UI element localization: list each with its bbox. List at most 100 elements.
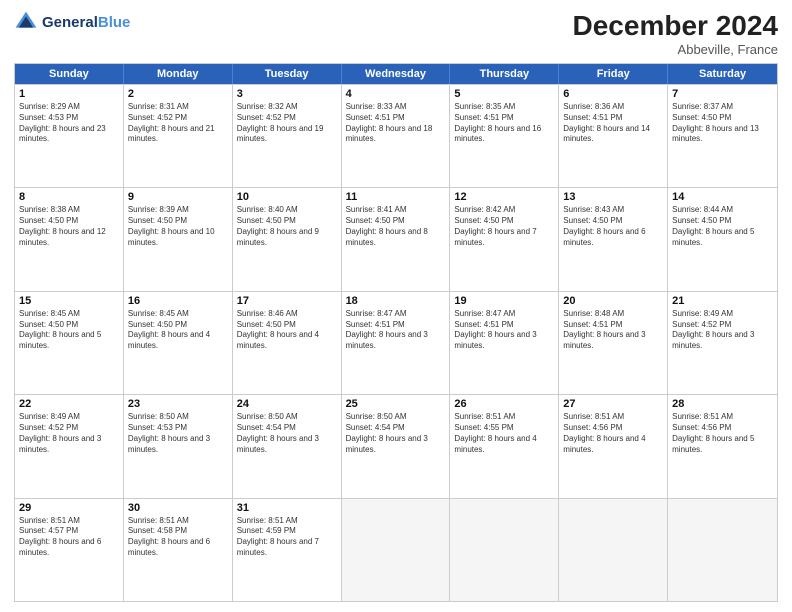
- table-row: 30Sunrise: 8:51 AMSunset: 4:58 PMDayligh…: [124, 499, 233, 601]
- day-number: 9: [128, 191, 228, 203]
- day-number: 2: [128, 88, 228, 100]
- table-row: 1Sunrise: 8:29 AMSunset: 4:53 PMDaylight…: [15, 85, 124, 187]
- cell-info: Sunrise: 8:51 AMSunset: 4:55 PMDaylight:…: [454, 412, 554, 455]
- day-number: 21: [672, 295, 773, 307]
- logo: GeneralBlue: [14, 10, 130, 34]
- day-number: 29: [19, 502, 119, 514]
- logo-text: GeneralBlue: [42, 14, 130, 31]
- day-number: 24: [237, 398, 337, 410]
- cell-info: Sunrise: 8:36 AMSunset: 4:51 PMDaylight:…: [563, 102, 663, 145]
- cell-info: Sunrise: 8:46 AMSunset: 4:50 PMDaylight:…: [237, 309, 337, 352]
- table-row: 5Sunrise: 8:35 AMSunset: 4:51 PMDaylight…: [450, 85, 559, 187]
- cell-info: Sunrise: 8:50 AMSunset: 4:54 PMDaylight:…: [346, 412, 446, 455]
- day-number: 8: [19, 191, 119, 203]
- calendar-header: Sunday Monday Tuesday Wednesday Thursday…: [15, 64, 777, 84]
- cell-info: Sunrise: 8:51 AMSunset: 4:58 PMDaylight:…: [128, 516, 228, 559]
- cell-info: Sunrise: 8:51 AMSunset: 4:59 PMDaylight:…: [237, 516, 337, 559]
- table-row: 9 Sunrise: 8:39 AMSunset: 4:50 PMDaylight…: [124, 188, 233, 290]
- logo-icon: [14, 10, 38, 34]
- day-number: 11: [346, 191, 446, 203]
- cell-info: Sunrise: 8:50 AMSunset: 4:53 PMDaylight:…: [128, 412, 228, 455]
- calendar: Sunday Monday Tuesday Wednesday Thursday…: [14, 63, 778, 602]
- table-row: 28Sunrise: 8:51 AMSunset: 4:56 PMDayligh…: [668, 395, 777, 497]
- cell-info: Sunrise: 8:38 AMSunset: 4:50 PMDaylight:…: [19, 205, 119, 248]
- table-row: 19 Sunrise: 8:47 AMSunset: 4:51 PMDayligh…: [450, 292, 559, 394]
- day-number: 17: [237, 295, 337, 307]
- table-row: 27 Sunrise: 8:51 AMSunset: 4:56 PMDayligh…: [559, 395, 668, 497]
- table-row: 10 Sunrise: 8:40 AMSunset: 4:50 PMDayligh…: [233, 188, 342, 290]
- table-row: 23 Sunrise: 8:50 AMSunset: 4:53 PMDayligh…: [124, 395, 233, 497]
- table-row: 22Sunrise: 8:49 AMSunset: 4:52 PMDayligh…: [15, 395, 124, 497]
- table-row: 12Sunrise: 8:42 AMSunset: 4:50 PMDayligh…: [450, 188, 559, 290]
- day-number: 5: [454, 88, 554, 100]
- day-number: 22: [19, 398, 119, 410]
- table-row: 29 Sunrise: 8:51 AMSunset: 4:57 PMDayligh…: [15, 499, 124, 601]
- day-number: 20: [563, 295, 663, 307]
- day-number: 19: [454, 295, 554, 307]
- day-number: 31: [237, 502, 337, 514]
- day-number: 16: [128, 295, 228, 307]
- header-friday: Friday: [559, 64, 668, 84]
- table-row: 11Sunrise: 8:41 AMSunset: 4:50 PMDayligh…: [342, 188, 451, 290]
- cell-info: Sunrise: 8:51 AMSunset: 4:57 PMDaylight:…: [19, 516, 119, 559]
- day-number: 7: [672, 88, 773, 100]
- cell-info: Sunrise: 8:48 AMSunset: 4:51 PMDaylight:…: [563, 309, 663, 352]
- calendar-body: 1Sunrise: 8:29 AMSunset: 4:53 PMDaylight…: [15, 84, 777, 601]
- table-row: 13 Sunrise: 8:43 AMSunset: 4:50 PMDayligh…: [559, 188, 668, 290]
- header-thursday: Thursday: [450, 64, 559, 84]
- week-row-2: 8 Sunrise: 8:38 AMSunset: 4:50 PMDaylight…: [15, 187, 777, 290]
- day-number: 28: [672, 398, 773, 410]
- table-row: [668, 499, 777, 601]
- cell-info: Sunrise: 8:47 AMSunset: 4:51 PMDaylight:…: [454, 309, 554, 352]
- table-row: 25Sunrise: 8:50 AMSunset: 4:54 PMDayligh…: [342, 395, 451, 497]
- cell-info: Sunrise: 8:50 AMSunset: 4:54 PMDaylight:…: [237, 412, 337, 455]
- day-number: 23: [128, 398, 228, 410]
- table-row: 20 Sunrise: 8:48 AMSunset: 4:51 PMDayligh…: [559, 292, 668, 394]
- table-row: 15Sunrise: 8:45 AMSunset: 4:50 PMDayligh…: [15, 292, 124, 394]
- table-row: 18 Sunrise: 8:47 AMSunset: 4:51 PMDayligh…: [342, 292, 451, 394]
- day-number: 26: [454, 398, 554, 410]
- header-monday: Monday: [124, 64, 233, 84]
- header: GeneralBlue December 2024 Abbeville, Fra…: [14, 10, 778, 57]
- cell-info: Sunrise: 8:40 AMSunset: 4:50 PMDaylight:…: [237, 205, 337, 248]
- cell-info: Sunrise: 8:31 AMSunset: 4:52 PMDaylight:…: [128, 102, 228, 145]
- cell-info: Sunrise: 8:47 AMSunset: 4:51 PMDaylight:…: [346, 309, 446, 352]
- table-row: 3Sunrise: 8:32 AMSunset: 4:52 PMDaylight…: [233, 85, 342, 187]
- cell-info: Sunrise: 8:43 AMSunset: 4:50 PMDaylight:…: [563, 205, 663, 248]
- table-row: 21 Sunrise: 8:49 AMSunset: 4:52 PMDayligh…: [668, 292, 777, 394]
- day-number: 1: [19, 88, 119, 100]
- cell-info: Sunrise: 8:33 AMSunset: 4:51 PMDaylight:…: [346, 102, 446, 145]
- day-number: 10: [237, 191, 337, 203]
- cell-info: Sunrise: 8:37 AMSunset: 4:50 PMDaylight:…: [672, 102, 773, 145]
- day-number: 14: [672, 191, 773, 203]
- table-row: [559, 499, 668, 601]
- table-row: 14Sunrise: 8:44 AMSunset: 4:50 PMDayligh…: [668, 188, 777, 290]
- table-row: 16 Sunrise: 8:45 AMSunset: 4:50 PMDayligh…: [124, 292, 233, 394]
- header-saturday: Saturday: [668, 64, 777, 84]
- week-row-5: 29 Sunrise: 8:51 AMSunset: 4:57 PMDayligh…: [15, 498, 777, 601]
- table-row: 8 Sunrise: 8:38 AMSunset: 4:50 PMDaylight…: [15, 188, 124, 290]
- cell-info: Sunrise: 8:39 AMSunset: 4:50 PMDaylight:…: [128, 205, 228, 248]
- header-sunday: Sunday: [15, 64, 124, 84]
- page: GeneralBlue December 2024 Abbeville, Fra…: [0, 0, 792, 612]
- table-row: 7 Sunrise: 8:37 AMSunset: 4:50 PMDaylight…: [668, 85, 777, 187]
- day-number: 13: [563, 191, 663, 203]
- cell-info: Sunrise: 8:51 AMSunset: 4:56 PMDaylight:…: [563, 412, 663, 455]
- header-tuesday: Tuesday: [233, 64, 342, 84]
- title-block: December 2024 Abbeville, France: [573, 10, 778, 57]
- table-row: [450, 499, 559, 601]
- table-row: 31 Sunrise: 8:51 AMSunset: 4:59 PMDayligh…: [233, 499, 342, 601]
- cell-info: Sunrise: 8:45 AMSunset: 4:50 PMDaylight:…: [19, 309, 119, 352]
- cell-info: Sunrise: 8:49 AMSunset: 4:52 PMDaylight:…: [672, 309, 773, 352]
- day-number: 18: [346, 295, 446, 307]
- cell-info: Sunrise: 8:42 AMSunset: 4:50 PMDaylight:…: [454, 205, 554, 248]
- cell-info: Sunrise: 8:45 AMSunset: 4:50 PMDaylight:…: [128, 309, 228, 352]
- table-row: 17 Sunrise: 8:46 AMSunset: 4:50 PMDayligh…: [233, 292, 342, 394]
- day-number: 4: [346, 88, 446, 100]
- day-number: 27: [563, 398, 663, 410]
- header-wednesday: Wednesday: [342, 64, 451, 84]
- month-title: December 2024: [573, 10, 778, 42]
- day-number: 6: [563, 88, 663, 100]
- week-row-3: 15Sunrise: 8:45 AMSunset: 4:50 PMDayligh…: [15, 291, 777, 394]
- week-row-1: 1Sunrise: 8:29 AMSunset: 4:53 PMDaylight…: [15, 84, 777, 187]
